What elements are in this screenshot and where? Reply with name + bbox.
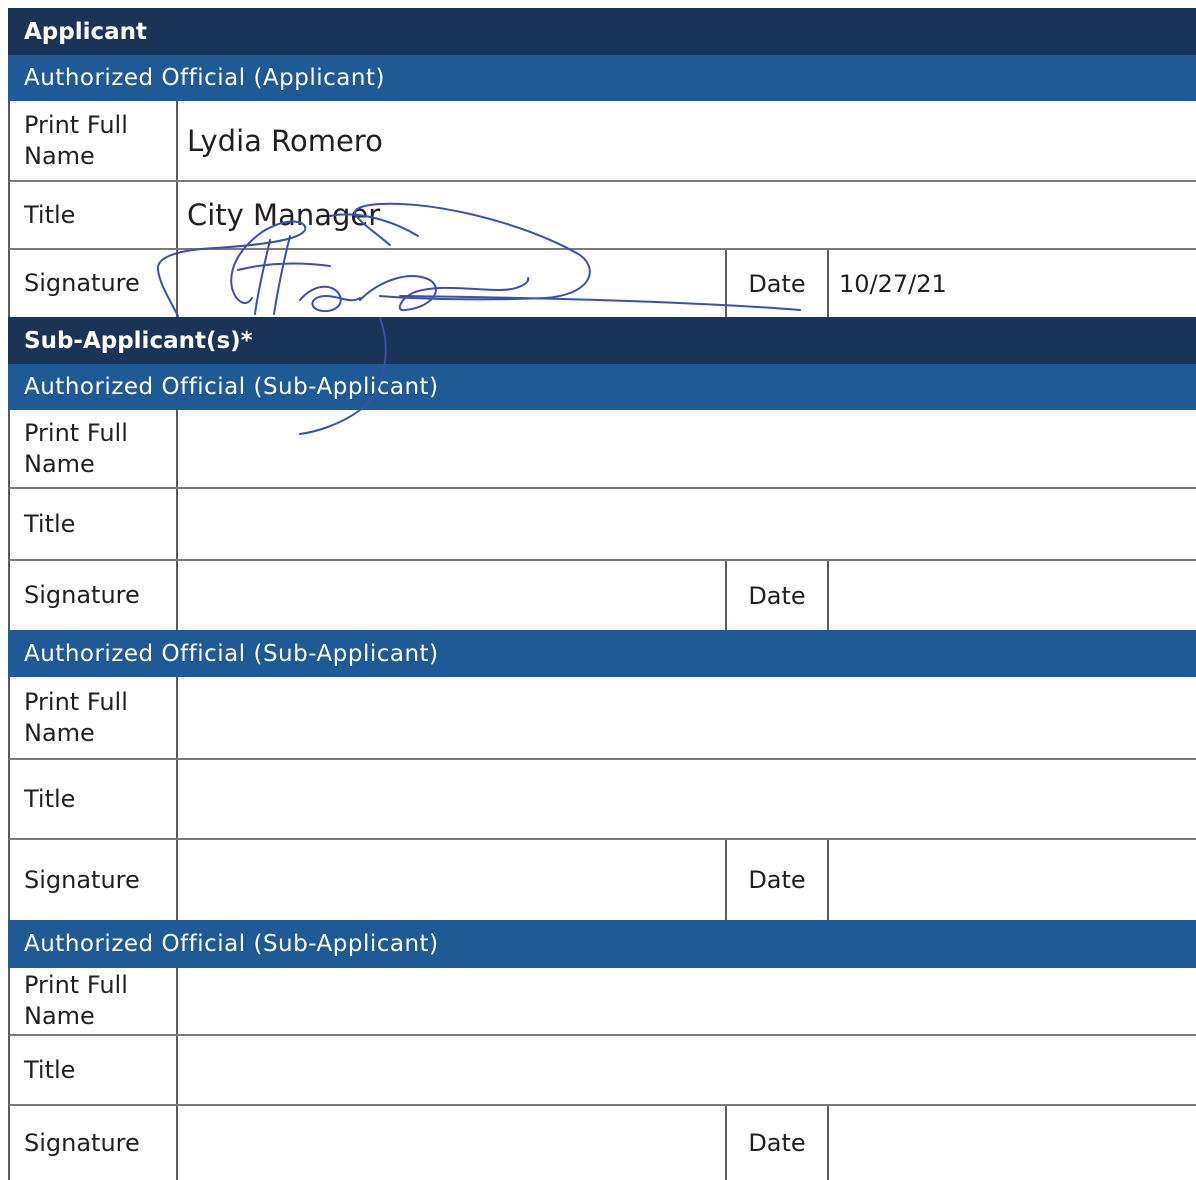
applicant-signature-field[interactable]	[178, 250, 725, 317]
title-label: Title	[10, 1036, 178, 1104]
sub-applicant-title-row: Title	[8, 1036, 1196, 1106]
signature-label: Signature	[10, 1106, 178, 1180]
sub-applicant-date-field[interactable]	[839, 561, 1196, 630]
sub-applicant-signature-row: Signature Date	[8, 840, 1196, 920]
sub-applicant-signature-field[interactable]	[178, 840, 725, 920]
sub-applicant-name-row: Print Full Name	[8, 677, 1196, 760]
applicant-name-row: Print Full Name Lydia Romero	[8, 101, 1196, 182]
signature-label: Signature	[10, 250, 178, 317]
sub-applicant-name-field[interactable]	[187, 677, 1196, 758]
applicant-name-field[interactable]: Lydia Romero	[187, 101, 1196, 180]
title-label: Title	[10, 760, 178, 838]
applicant-header-text: Applicant	[24, 18, 148, 45]
signature-label: Signature	[10, 561, 178, 630]
sub-applicant-title-row: Title	[8, 760, 1196, 840]
sub-applicant-title-row: Title	[8, 489, 1196, 561]
sub-applicant-title-field[interactable]	[187, 489, 1196, 559]
print-full-name-label: Print Full Name	[10, 677, 178, 758]
applicant-date-field[interactable]: 10/27/21	[839, 250, 1196, 317]
sub-applicant-date-field[interactable]	[839, 840, 1196, 920]
applicant-official-header: Authorized Official (Applicant)	[8, 55, 1196, 101]
sub-applicants-header-text: Sub-Applicant(s)*	[24, 327, 253, 354]
sub-applicant-date-field[interactable]	[839, 1106, 1196, 1180]
sub-applicant-official-header-text: Authorized Official (Sub-Applicant)	[24, 640, 439, 667]
sub-applicant-name-row: Print Full Name	[8, 968, 1196, 1036]
sub-applicant-title-field[interactable]	[187, 760, 1196, 838]
print-full-name-label: Print Full Name	[10, 101, 178, 180]
sub-applicant-signature-field[interactable]	[178, 561, 725, 630]
applicant-title-row: Title City Manager	[8, 182, 1196, 250]
sub-applicant-official-header-text: Authorized Official (Sub-Applicant)	[24, 374, 439, 400]
sub-applicant-signature-row: Signature Date	[8, 1106, 1196, 1180]
applicant-title-field[interactable]: City Manager	[187, 182, 1196, 248]
sub-applicant-name-row: Print Full Name	[8, 410, 1196, 489]
sub-applicant-name-field[interactable]	[187, 410, 1196, 487]
sub-applicant-signature-row: Signature Date	[8, 561, 1196, 630]
date-label: Date	[725, 1106, 829, 1180]
applicant-signature-row: Signature Date 10/27/21	[8, 250, 1196, 317]
date-label: Date	[725, 250, 829, 317]
title-label: Title	[10, 489, 178, 559]
sub-applicant-name-field[interactable]	[187, 968, 1196, 1034]
sub-applicants-section-header: Sub-Applicant(s)*	[8, 317, 1196, 364]
sub-applicant-title-field[interactable]	[187, 1036, 1196, 1104]
sub-applicant-official-header: Authorized Official (Sub-Applicant)	[8, 920, 1196, 968]
date-label: Date	[725, 840, 829, 920]
applicant-section-header: Applicant	[8, 8, 1196, 55]
signature-label: Signature	[10, 840, 178, 920]
print-full-name-label: Print Full Name	[10, 968, 178, 1034]
date-label: Date	[725, 561, 829, 630]
applicant-official-header-text: Authorized Official (Applicant)	[24, 65, 385, 91]
print-full-name-label: Print Full Name	[10, 410, 178, 487]
sub-applicant-official-header: Authorized Official (Sub-Applicant)	[8, 630, 1196, 677]
title-label: Title	[10, 182, 178, 248]
sub-applicant-signature-field[interactable]	[178, 1106, 725, 1180]
sub-applicant-official-header: Authorized Official (Sub-Applicant)	[8, 364, 1196, 410]
sub-applicant-official-header-text: Authorized Official (Sub-Applicant)	[24, 931, 439, 957]
